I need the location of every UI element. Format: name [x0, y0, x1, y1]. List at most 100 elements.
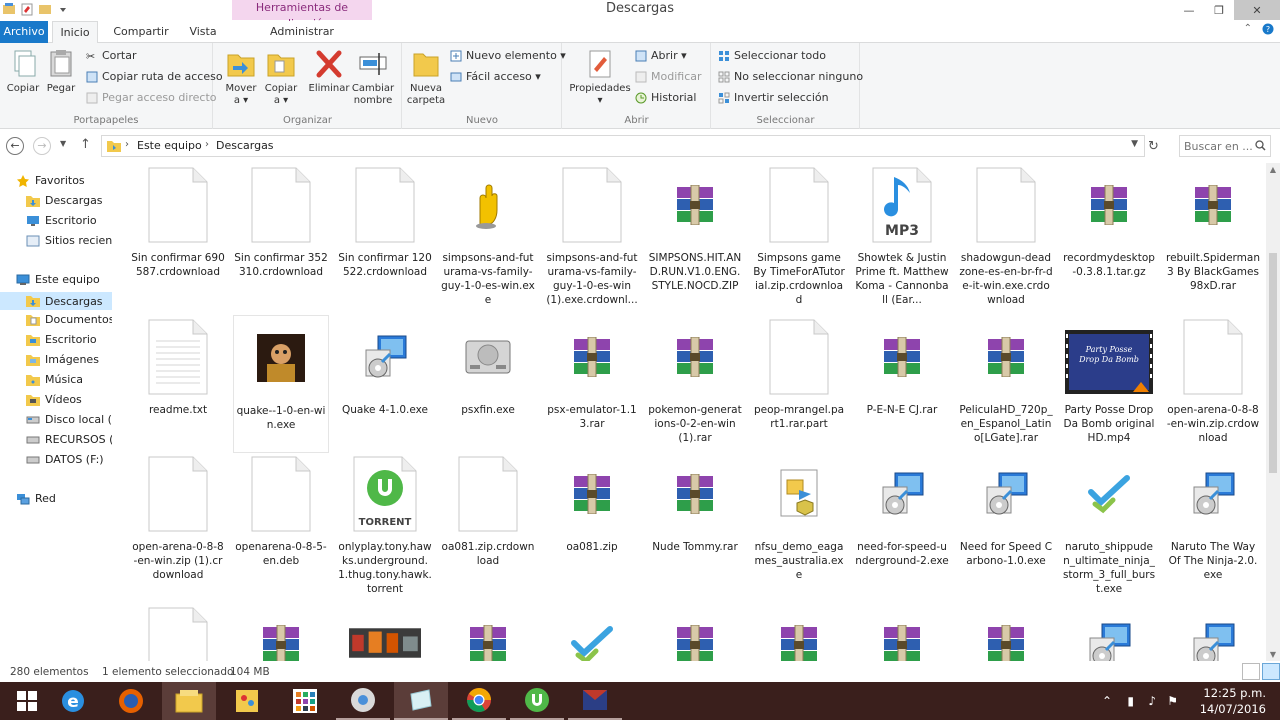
- taskbar-utorrent[interactable]: [510, 682, 564, 720]
- ribbon-collapse-icon[interactable]: ⌃: [1244, 23, 1252, 38]
- edit-button[interactable]: Modificar: [635, 70, 702, 83]
- taskbar-internet-explorer[interactable]: e: [46, 682, 100, 720]
- file-tile[interactable]: psxfin.exe: [440, 315, 536, 453]
- taskbar-apps[interactable]: [278, 682, 332, 720]
- nav-descargas[interactable]: Descargas: [0, 292, 112, 310]
- clock-time[interactable]: 12:25 p.m.: [1196, 686, 1266, 700]
- file-tile[interactable]: [544, 603, 640, 661]
- file-tile[interactable]: openarena-0-8-5-en.deb: [233, 452, 329, 590]
- file-tile[interactable]: PeliculaHD_720p_en_Espanol_Latino[LGate]…: [958, 315, 1054, 453]
- tab-administrar[interactable]: Administrar: [254, 21, 350, 43]
- file-tile[interactable]: [958, 603, 1054, 661]
- show-hidden-icons-icon[interactable]: ⌃: [1102, 694, 1112, 708]
- taskbar-paint[interactable]: [220, 682, 274, 720]
- details-view-icon[interactable]: [1242, 663, 1260, 680]
- file-tile[interactable]: oa081.zip: [544, 452, 640, 590]
- nav-sitios-recientes[interactable]: Sitios recient: [26, 234, 112, 247]
- scroll-down-arrow[interactable]: ▼: [1266, 650, 1280, 659]
- rename-button[interactable]: Cambiar nombre: [350, 47, 396, 107]
- nav-este-equipo[interactable]: Este equipo: [16, 273, 100, 286]
- file-tile[interactable]: Sin confirmar 120522.crdownload: [337, 163, 433, 301]
- file-tile[interactable]: readme.txt: [130, 315, 226, 453]
- file-tile[interactable]: [440, 603, 536, 661]
- up-button[interactable]: ↑: [80, 137, 91, 152]
- file-tile[interactable]: Sin confirmar 690587.crdownload: [130, 163, 226, 301]
- refresh-icon[interactable]: ↻: [1148, 139, 1159, 154]
- nav-favoritos[interactable]: Favoritos: [16, 174, 85, 187]
- nav-recursos[interactable]: RECURSOS (D: [26, 433, 112, 446]
- file-tile[interactable]: simpsons-and-futurama-vs-family-guy-1-0-…: [544, 163, 640, 306]
- file-tile[interactable]: [337, 603, 433, 661]
- select-none-button[interactable]: No seleccionar ninguno: [718, 70, 863, 83]
- file-tile[interactable]: open-arena-0-8-8-en-win.zip.crdownload: [1165, 315, 1261, 453]
- copy-path-button[interactable]: Copiar ruta de acceso: [86, 70, 223, 83]
- file-tile[interactable]: [233, 603, 329, 661]
- taskbar-firefox[interactable]: [104, 682, 158, 720]
- file-tile[interactable]: [1165, 603, 1261, 661]
- file-tile[interactable]: Nude Tommy.rar: [647, 452, 743, 590]
- easy-access-button[interactable]: Fácil acceso ▾: [450, 70, 541, 83]
- minimize-button[interactable]: —: [1174, 0, 1204, 20]
- file-tile[interactable]: Need for Speed Carbono-1.0.exe: [958, 452, 1054, 590]
- file-tile[interactable]: shadowgun-deadzone-es-en-br-fr-de-it-win…: [958, 163, 1054, 306]
- nav-videos[interactable]: Vídeos: [26, 393, 82, 406]
- paste-button[interactable]: Pegar: [38, 47, 84, 95]
- tab-compartir[interactable]: Compartir: [104, 21, 178, 43]
- scroll-up-arrow[interactable]: ▲: [1266, 165, 1280, 174]
- file-tile[interactable]: need-for-speed-underground-2.exe: [854, 452, 950, 590]
- clock-date[interactable]: 14/07/2016: [1196, 702, 1266, 716]
- breadcrumb-separator[interactable]: ›: [125, 139, 129, 150]
- file-tile[interactable]: [130, 603, 226, 661]
- breadcrumb-separator[interactable]: ›: [205, 139, 209, 150]
- taskbar-file-explorer[interactable]: [162, 682, 216, 720]
- file-tile[interactable]: pokemon-generations-0-2-en-win (1).rar: [647, 315, 743, 453]
- breadcrumb-este-equipo[interactable]: Este equipo: [137, 139, 202, 152]
- taskbar-chrome[interactable]: [452, 682, 506, 720]
- file-tile[interactable]: [1061, 603, 1157, 661]
- taskbar-bink-video[interactable]: [568, 682, 622, 720]
- nav-documentos[interactable]: Documentos: [26, 313, 112, 326]
- scroll-thumb[interactable]: [1269, 253, 1277, 473]
- new-folder-button[interactable]: Nueva carpeta: [403, 47, 449, 107]
- paste-shortcut-button[interactable]: Pegar acceso directo: [86, 91, 217, 104]
- tab-inicio[interactable]: Inicio: [52, 21, 98, 44]
- nav-red[interactable]: Red: [16, 492, 56, 505]
- nav-escritorio[interactable]: Escritorio: [26, 333, 97, 346]
- nav-musica[interactable]: Música: [26, 373, 83, 386]
- taskbar-chrome-window[interactable]: [336, 682, 390, 720]
- history-button[interactable]: Historial: [635, 91, 696, 104]
- taskbar-notepad[interactable]: [394, 682, 448, 720]
- file-tile[interactable]: quake--1-0-en-win.exe: [233, 315, 329, 453]
- file-tile[interactable]: Sin confirmar 352310.crdownload: [233, 163, 329, 301]
- copy-to-button[interactable]: Copiar a ▾: [258, 47, 304, 107]
- volume-icon[interactable]: ♪: [1148, 694, 1156, 708]
- help-icon[interactable]: ?: [1262, 23, 1274, 38]
- tab-archivo[interactable]: Archivo: [0, 21, 48, 43]
- delete-button[interactable]: Eliminar: [306, 47, 352, 95]
- file-tile[interactable]: Party Posse Drop Da Bomb Party Posse Drop…: [1061, 315, 1157, 453]
- action-center-icon[interactable]: ⚑: [1167, 694, 1178, 708]
- invert-selection-button[interactable]: Invertir selección: [718, 91, 829, 104]
- open-button[interactable]: Abrir ▾: [635, 49, 687, 62]
- nav-disco-local[interactable]: Disco local (C: [26, 413, 112, 426]
- breadcrumb-descargas[interactable]: Descargas: [216, 139, 274, 152]
- address-dropdown-icon[interactable]: ▼: [1131, 139, 1138, 149]
- search-input[interactable]: [1184, 137, 1254, 155]
- cut-button[interactable]: ✂ Cortar: [86, 49, 137, 63]
- file-tile[interactable]: Simpsons game By TimeForATutorial.zip.cr…: [751, 163, 847, 306]
- file-tile[interactable]: SIMPSONS.HIT.AND.RUN.V1.0.ENG.STYLE.NOCD…: [647, 163, 743, 301]
- forward-button[interactable]: →: [33, 137, 51, 155]
- file-tile[interactable]: open-arena-0-8-8-en-win.zip (1).crdownlo…: [130, 452, 226, 590]
- new-item-button[interactable]: Nuevo elemento ▾: [450, 49, 566, 62]
- file-tile[interactable]: [854, 603, 950, 661]
- tab-vista[interactable]: Vista: [182, 21, 224, 43]
- file-tile[interactable]: peop-mrangel.part1.rar.part: [751, 315, 847, 453]
- file-tile[interactable]: Naruto The Way Of The Ninja-2.0.exe: [1165, 452, 1261, 590]
- nav-imagenes[interactable]: Imágenes: [26, 353, 99, 366]
- file-tile[interactable]: P-E-N-E CJ.rar: [854, 315, 950, 453]
- close-button[interactable]: ✕: [1234, 0, 1280, 20]
- file-tile[interactable]: TORRENT onlyplay.tony.hawks.underground.1…: [337, 452, 433, 595]
- properties-button[interactable]: Propiedades ▾: [569, 47, 631, 107]
- file-tile[interactable]: MP3 Showtek & Justin Prime ft. Matthew Ko…: [854, 163, 950, 306]
- file-tile[interactable]: rebuilt.Spiderman 3 By BlackGames98xD.ra…: [1165, 163, 1261, 301]
